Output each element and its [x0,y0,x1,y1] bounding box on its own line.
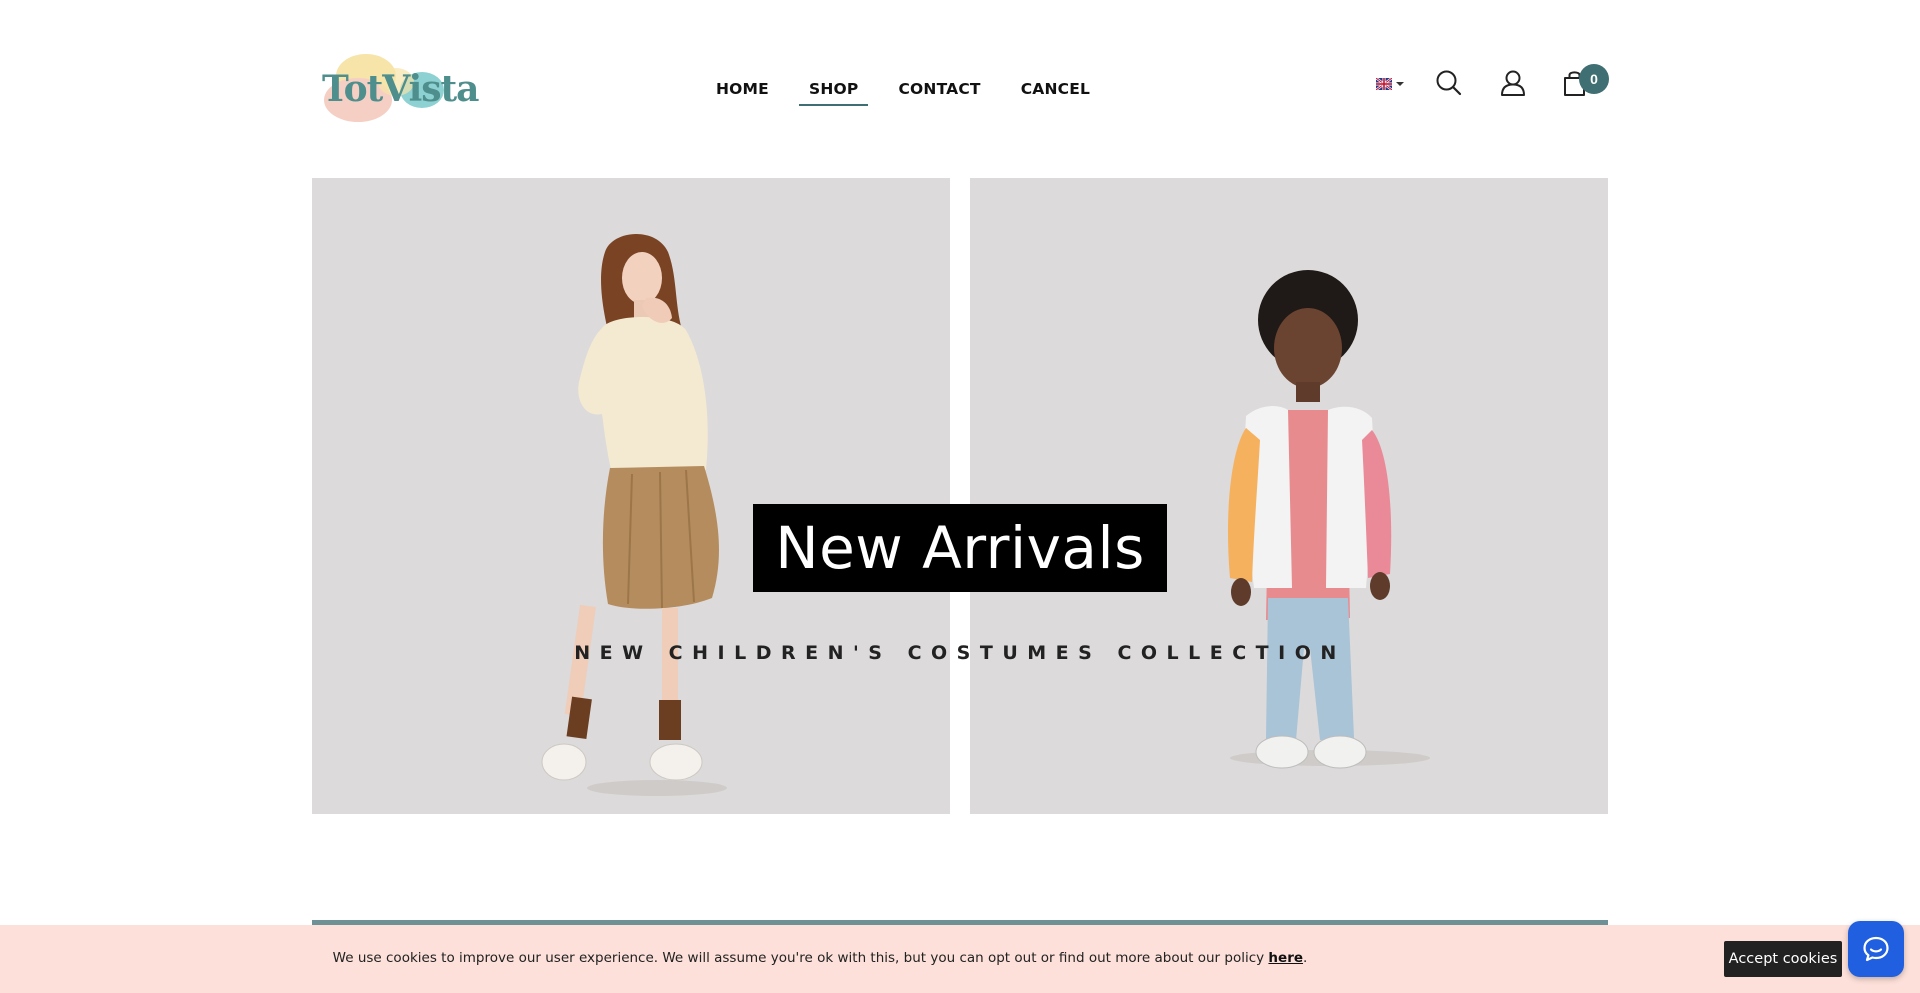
girl-model-illustration [541,233,727,796]
user-icon [1501,70,1525,96]
search-icon [1436,70,1462,96]
cookie-policy-link[interactable]: here [1268,950,1303,966]
cookie-message: We use cookies to improve our user exper… [0,950,1640,966]
hero-subtitle: NEW CHILDREN'S COSTUMES COLLECTION [574,642,1346,664]
accept-cookies-button[interactable]: Accept cookies [1724,941,1842,977]
boy-model-illustration [1227,270,1430,769]
cart-count-badge[interactable]: 0 [1579,64,1609,94]
hero-image-boy[interactable] [970,178,1608,814]
site-header: TotVista HOME SHOP CONTACT CANCEL 0 [0,0,1920,170]
hero-banner[interactable]: New Arrivals NEW CHILDREN'S COSTUMES COL… [312,178,1608,814]
chat-bubble-icon [1863,936,1889,962]
hero-title-box[interactable]: New Arrivals [753,504,1167,592]
language-selector[interactable] [1376,76,1410,92]
hero-title: New Arrivals [775,514,1145,582]
chevron-down-icon [1396,82,1404,86]
cookie-banner: We use cookies to improve our user exper… [0,925,1920,993]
account-button[interactable] [1498,68,1528,98]
cookie-text: We use cookies to improve our user exper… [332,950,1269,966]
header-tools: 0 [0,60,1920,110]
hero-image-girl[interactable] [312,178,950,814]
cookie-text-suffix: . [1303,950,1308,966]
chat-button[interactable] [1848,921,1904,977]
search-button[interactable] [1434,68,1464,98]
uk-flag-icon [1376,78,1392,90]
